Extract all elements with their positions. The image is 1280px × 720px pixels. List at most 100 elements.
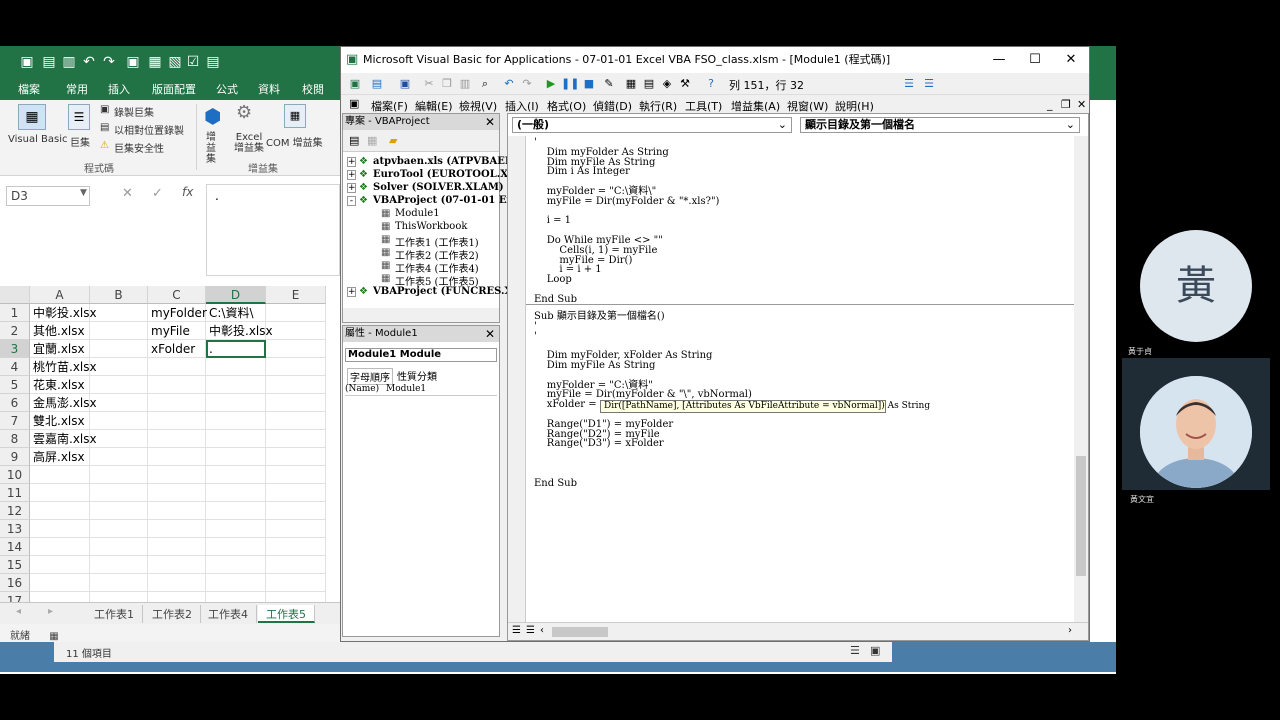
row-header[interactable]: 11 — [0, 484, 30, 502]
scroll-right-icon[interactable]: › — [1068, 625, 1072, 636]
cell-A8[interactable]: 雲嘉南.xlsx — [30, 430, 97, 448]
toggle-folders-icon[interactable]: ▰ — [389, 134, 397, 147]
close-button[interactable]: ✕ — [1053, 47, 1089, 73]
row-header[interactable]: 4 — [0, 358, 30, 376]
cell-E16[interactable] — [266, 574, 326, 592]
cell-B10[interactable] — [90, 466, 148, 484]
undo-icon[interactable]: ↶ — [80, 54, 98, 70]
procedure-combo[interactable]: 顯示目錄及第一個檔名 ⌄ — [800, 117, 1080, 133]
tab-categorized[interactable]: 性質分類 — [397, 368, 437, 383]
cell-D12[interactable] — [206, 502, 266, 520]
code-line[interactable]: Loop — [534, 275, 719, 285]
tree-item[interactable]: ▦ 工作表2 (工作表2) — [345, 247, 497, 262]
tree-item[interactable]: ▦ 工作表1 (工作表1) — [345, 234, 497, 249]
sheet-tab[interactable]: 工作表2 — [144, 605, 201, 623]
column-header[interactable]: A — [30, 286, 90, 304]
code-line[interactable]: Dim i As Integer — [534, 167, 719, 177]
cell-C2[interactable]: myFile — [148, 322, 206, 340]
menu-file[interactable]: 檔案(F) — [371, 98, 408, 114]
cell-C8[interactable] — [148, 430, 206, 448]
cut-icon[interactable]: ✂ — [421, 76, 437, 92]
paste-icon[interactable]: ▥ — [457, 76, 473, 92]
cell-E1[interactable] — [266, 304, 326, 322]
break-icon[interactable]: ❚❚ — [561, 76, 579, 92]
tab-page-layout[interactable]: 版面配置 — [152, 81, 196, 97]
cell-B8[interactable] — [90, 430, 148, 448]
cell-C1[interactable]: myFolder — [148, 304, 207, 322]
row-header[interactable]: 8 — [0, 430, 30, 448]
child-close-icon[interactable]: ✕ — [1077, 98, 1086, 111]
menu-edit[interactable]: 編輯(E) — [415, 98, 453, 114]
cell-A11[interactable] — [30, 484, 90, 502]
cell-D3[interactable]: . — [206, 340, 266, 358]
cell-B16[interactable] — [90, 574, 148, 592]
code-line[interactable]: Sub 顯示目錄及第一個檔名() — [534, 312, 752, 322]
sheet-view-icon[interactable]: ▦ — [49, 631, 58, 642]
cell-C11[interactable] — [148, 484, 206, 502]
object-combo[interactable]: (一般) ⌄ — [512, 117, 792, 133]
cell-C16[interactable] — [148, 574, 206, 592]
close-project-icon[interactable]: ✕ — [485, 114, 495, 130]
full-module-view-icon[interactable]: ☰ — [526, 625, 535, 636]
record-macro-icon[interactable]: ▣ — [100, 104, 109, 115]
cell-D9[interactable] — [206, 448, 266, 466]
maximize-button[interactable]: ☐ — [1017, 47, 1053, 73]
menu-insert[interactable]: 插入(I) — [505, 98, 539, 114]
cell-A16[interactable] — [30, 574, 90, 592]
cell-C9[interactable] — [148, 448, 206, 466]
cell-E9[interactable] — [266, 448, 326, 466]
cell-B4[interactable] — [90, 358, 148, 376]
cell-B13[interactable] — [90, 520, 148, 538]
cell-A12[interactable] — [30, 502, 90, 520]
record-macro-button[interactable]: 錄製巨集 — [114, 104, 154, 119]
sheet-tab[interactable]: 工作表1 — [86, 605, 143, 623]
visual-basic-icon[interactable]: ▦ — [18, 104, 46, 130]
relative-ref-button[interactable]: 以相對位置錄製 — [114, 122, 184, 137]
menu-format[interactable]: 格式(O) — [547, 98, 586, 114]
form-icon[interactable]: ▤ — [204, 54, 222, 70]
cell-A1[interactable]: 中彰投.xlsx — [30, 304, 97, 322]
code-line[interactable]: ' — [534, 331, 752, 342]
save-as-icon[interactable]: ▤ — [40, 54, 58, 70]
expand-icon[interactable]: + — [347, 183, 356, 193]
object-dropdown[interactable]: Module1 Module — [345, 348, 497, 362]
view-object-icon[interactable]: ▦ — [367, 134, 377, 147]
cell-A10[interactable] — [30, 466, 90, 484]
cell-A5[interactable]: 花東.xlsx — [30, 376, 90, 394]
row-header[interactable]: 14 — [0, 538, 30, 556]
tree-item[interactable]: ▦ 工作表5 (工作表5) — [345, 273, 497, 288]
help-icon[interactable]: ? — [703, 76, 719, 92]
cell-E15[interactable] — [266, 556, 326, 574]
cell-C3[interactable]: xFolder — [148, 340, 206, 358]
formula-bar[interactable]: . — [206, 184, 340, 276]
view-excel-icon[interactable]: ▣ — [347, 76, 363, 92]
cell-A3[interactable]: 宜蘭.xlsx — [30, 340, 90, 358]
cell-C7[interactable] — [148, 412, 206, 430]
cell-E11[interactable] — [266, 484, 326, 502]
code-vscrollbar[interactable] — [1074, 136, 1088, 622]
cell-D2[interactable]: 中彰投.xlsx — [206, 322, 273, 340]
save-icon[interactable]: ▣ — [397, 76, 413, 92]
cell-B5[interactable] — [90, 376, 148, 394]
cell-E13[interactable] — [266, 520, 326, 538]
relative-ref-icon[interactable]: ▤ — [100, 122, 109, 133]
minimize-button[interactable]: — — [981, 47, 1017, 73]
cell-B14[interactable] — [90, 538, 148, 556]
preview-icon[interactable]: ▧ — [166, 54, 184, 70]
column-header[interactable]: C — [148, 286, 206, 304]
cell-D11[interactable] — [206, 484, 266, 502]
sheet-tab[interactable]: 工作表4 — [200, 605, 257, 623]
name-box-dropdown-icon[interactable]: ▼ — [80, 188, 87, 198]
cell-E4[interactable] — [266, 358, 326, 376]
cell-A4[interactable]: 桃竹苗.xlsx — [30, 358, 97, 376]
print-icon[interactable]: ▦ — [146, 54, 164, 70]
expand-icon[interactable]: + — [347, 287, 356, 297]
expand-icon[interactable]: + — [347, 170, 356, 180]
tree-item[interactable]: + ❖ atpvbaen.xls (ATPVBAEN — [345, 156, 514, 169]
cell-D15[interactable] — [206, 556, 266, 574]
code-line[interactable]: ' — [534, 321, 752, 332]
cell-D5[interactable] — [206, 376, 266, 394]
row-header[interactable]: 5 — [0, 376, 30, 394]
scroll-left-icon[interactable]: ‹ — [540, 625, 544, 636]
cell-A6[interactable]: 金馬澎.xlsx — [30, 394, 97, 412]
